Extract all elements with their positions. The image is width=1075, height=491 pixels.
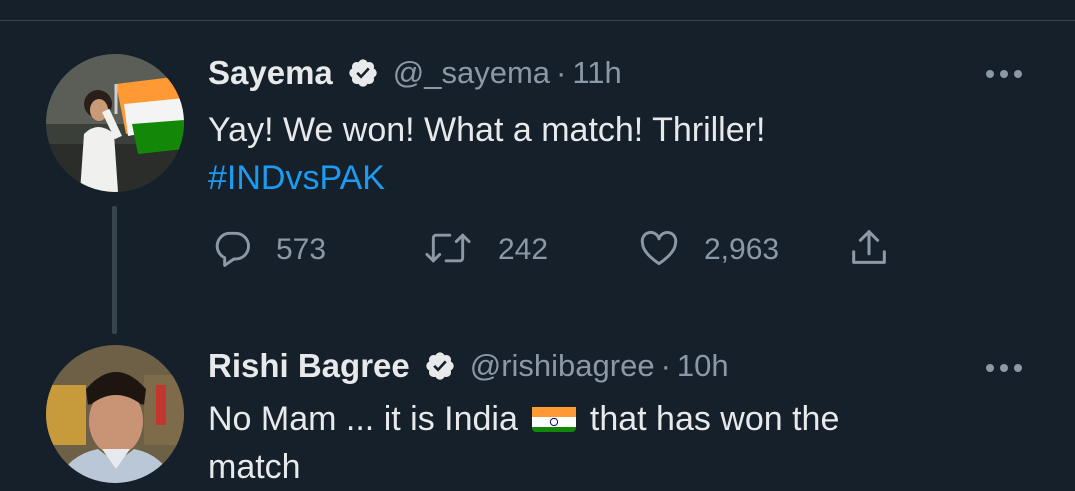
user-name[interactable]: Sayema — [208, 54, 333, 92]
verified-icon — [424, 350, 456, 382]
tweet-text-part: No Mam ... it is India — [208, 400, 518, 438]
tweet-header: Sayema @_sayema · 11h — [208, 50, 622, 96]
retweet-icon — [424, 226, 472, 275]
user-handle[interactable]: @_sayema — [393, 55, 550, 91]
user-handle[interactable]: @rishibagree — [470, 348, 655, 384]
more-icon[interactable] — [986, 364, 1022, 372]
separator-dot: · — [660, 348, 671, 383]
tweet-text: No Mam ... it is India that has won the m… — [208, 395, 839, 491]
top-divider — [0, 20, 1075, 21]
separator-dot: · — [556, 55, 567, 90]
retweet-button[interactable]: 242 — [424, 226, 548, 274]
verified-icon — [347, 57, 379, 89]
hashtag-link[interactable]: #INDvsPAK — [208, 154, 765, 202]
share-button[interactable] — [846, 226, 892, 274]
india-flag-icon — [531, 402, 576, 433]
more-icon[interactable] — [986, 70, 1022, 78]
tweet-text-line: Yay! We won! What a match! Thriller! — [208, 111, 766, 149]
reply-count: 573 — [276, 233, 327, 266]
like-count: 2,963 — [704, 233, 780, 266]
reply-icon — [210, 226, 254, 275]
like-button[interactable]: 2,963 — [636, 226, 779, 274]
retweet-count: 242 — [498, 233, 549, 266]
avatar-sayema[interactable] — [46, 54, 184, 192]
tweet-text: Yay! We won! What a match! Thriller! #IN… — [208, 106, 765, 202]
thread-line — [112, 206, 117, 334]
tweet-text-line: match — [208, 448, 301, 486]
tweet-text-part: that has won the — [589, 400, 840, 438]
tweet-text-line: No Mam ... it is India that has won the — [208, 395, 839, 443]
avatar-rishi-bagree[interactable] — [46, 345, 184, 483]
tweet-header: Rishi Bagree @rishibagree · 10h — [208, 343, 729, 389]
timestamp[interactable]: 10h — [677, 348, 729, 384]
timestamp[interactable]: 11h — [572, 55, 621, 91]
share-icon — [846, 225, 892, 276]
user-name[interactable]: Rishi Bagree — [208, 347, 410, 385]
like-icon — [636, 226, 682, 275]
reply-button[interactable]: 573 — [210, 226, 326, 274]
